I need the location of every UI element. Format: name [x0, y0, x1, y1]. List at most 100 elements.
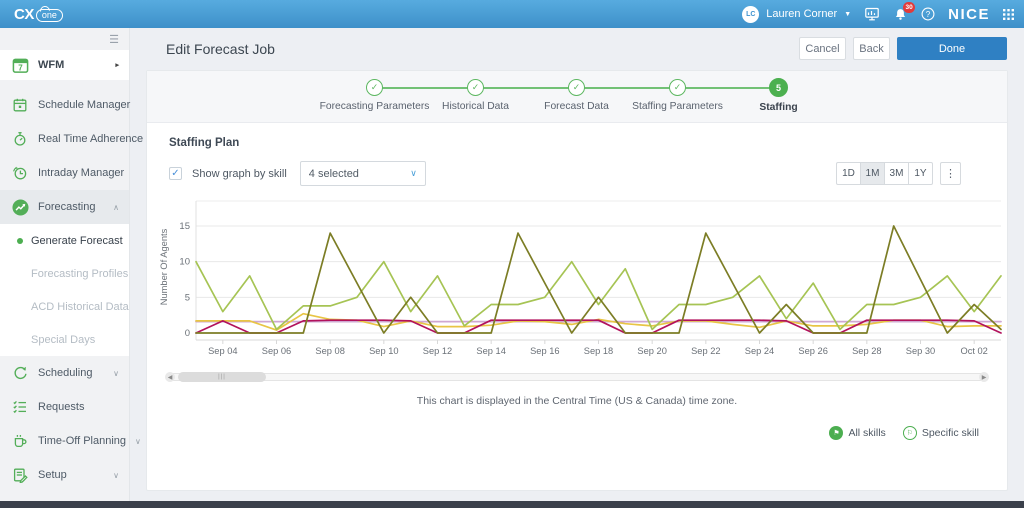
sidebar-subitem-special-days[interactable]: Special Days [0, 323, 129, 356]
done-button[interactable]: Done [897, 37, 1007, 60]
step-check-icon: ✓ [366, 79, 383, 96]
scrollbar-left-arrow[interactable]: ◀ [165, 372, 175, 382]
x-tick-label: Sep 08 [315, 346, 344, 356]
show-graph-checkbox[interactable]: ✓ [169, 167, 182, 180]
sidebar-subitem-generate-forecast[interactable]: Generate Forecast [0, 224, 129, 257]
range-button-group: 1D 1M 3M 1Y [836, 162, 933, 185]
sidebar-item-real-time-adherence[interactable]: Real Time Adherence [0, 122, 143, 156]
clock-icon [12, 165, 29, 182]
wizard-stepper: ✓ Forecasting Parameters ✓ Historical Data ✓… [147, 71, 1007, 123]
sidebar-item-scheduling[interactable]: Scheduling ∨ [0, 356, 129, 390]
step-forecast-data[interactable]: ✓ Forecast Data [526, 79, 627, 113]
sidebar-subitem-label: Special Days [31, 333, 96, 346]
step-label: Forecast Data [544, 101, 609, 112]
scrollbar-thumb[interactable]: ||| [178, 372, 266, 382]
step-number-badge: 5 [769, 78, 788, 97]
sidebar-item-requests[interactable]: Requests [0, 390, 129, 424]
wfm-calendar-icon: 7 [12, 57, 29, 74]
step-label: Forecasting Parameters [319, 101, 430, 112]
doc-pencil-icon [12, 467, 29, 484]
collapse-menu-icon[interactable]: ☰ [109, 33, 119, 46]
range-button-3m[interactable]: 3M [884, 162, 909, 185]
chart-menu-kebab-icon[interactable]: ⋮ [940, 162, 961, 185]
chevron-up-icon: ∧ [113, 202, 119, 212]
sidebar-item-wfm[interactable]: 7 WFM ▸ [0, 50, 129, 80]
legend-all-skills[interactable]: ⚑ All skills [829, 426, 886, 440]
step-historical-data[interactable]: ✓ Historical Data [425, 79, 526, 113]
step-forecasting-parameters[interactable]: ✓ Forecasting Parameters [320, 79, 429, 113]
scrollbar-grip: ||| [218, 374, 226, 380]
notifications-bell-icon[interactable]: 30 [893, 1, 916, 22]
cup-icon [12, 433, 29, 450]
range-button-1d[interactable]: 1D [836, 162, 861, 185]
flag-icon: ⚑ [829, 426, 844, 440]
user-menu[interactable]: LC Lauren Corner ▼ [742, 5, 851, 23]
forecast-job-card: ✓ Forecasting Parameters ✓ Historical Data ✓… [146, 70, 1008, 491]
x-tick-label: Sep 24 [745, 346, 774, 356]
sidebar-subitem-acd-historical-data[interactable]: ACD Historical Data [0, 290, 129, 323]
y-tick-label: 10 [179, 257, 190, 268]
cxone-logo-cx: CX [14, 5, 34, 23]
show-graph-label: Show graph by skill [192, 167, 287, 180]
step-check-icon: ✓ [669, 79, 686, 96]
y-tick-label: 15 [179, 221, 190, 232]
skills-dropdown[interactable]: 4 selected ∨ [299, 161, 426, 186]
x-tick-label: Sep 16 [530, 346, 559, 356]
nice-logo: NICE [948, 5, 990, 23]
scrollbar-right-arrow[interactable]: ▶ [979, 372, 989, 382]
x-tick-label: Sep 06 [262, 346, 291, 356]
range-button-1y[interactable]: 1Y [908, 162, 933, 185]
skills-dropdown-value: 4 selected [308, 167, 359, 180]
x-tick-label: Sep 12 [423, 346, 452, 356]
x-tick-label: Sep 22 [691, 346, 720, 356]
svg-text:?: ? [926, 10, 931, 19]
sidebar-item-time-off-planning[interactable]: Time-Off Planning ∨ [0, 424, 141, 458]
x-tick-label: Sep 30 [906, 346, 935, 356]
main-content: Edit Forecast Job Cancel Back Done ✓ Fore… [130, 28, 1024, 501]
x-tick-label: Sep 18 [584, 346, 613, 356]
staffing-chart: 0 5 10 15 Sep 04 Sep 06 Sep 08 Sep 10 Sep 12 Sep … [155, 190, 1002, 367]
x-tick-label: Sep 04 [208, 346, 237, 356]
sidebar-item-label: Schedule Manager [38, 99, 131, 111]
cxone-logo[interactable]: CX one [14, 6, 63, 23]
trend-icon [12, 198, 29, 216]
sidebar-item-schedule-manager[interactable]: Schedule Manager [0, 88, 131, 122]
section-title: Staffing Plan [169, 137, 240, 149]
sidebar-item-intraday-manager[interactable]: Intraday Manager [0, 156, 129, 190]
page-title: Edit Forecast Job [166, 41, 275, 57]
app-grid-icon[interactable] [1003, 8, 1014, 20]
scrollbar-track[interactable] [166, 373, 988, 381]
checklist-icon [12, 399, 29, 416]
sidebar-subitem-label: Forecasting Profiles [31, 267, 129, 280]
sidebar-subitem-label: ACD Historical Data [31, 300, 129, 313]
line-chart: 0 5 10 15 Sep 04 Sep 06 Sep 08 Sep 10 Sep 12 Sep … [159, 200, 1002, 356]
step-staffing-parameters[interactable]: ✓ Staffing Parameters [627, 79, 728, 113]
avatar: LC [742, 5, 760, 23]
chevron-down-icon: ∨ [113, 470, 119, 480]
step-label: Staffing Parameters [632, 101, 723, 112]
stopwatch-icon [12, 131, 29, 148]
cancel-button[interactable]: Cancel [799, 37, 846, 60]
top-bar: CX one LC Lauren Corner ▼ 30 ? NICE [0, 0, 1024, 28]
back-button[interactable]: Back [853, 37, 890, 60]
calendar-icon [12, 97, 29, 114]
chevron-down-icon: ∨ [135, 436, 141, 446]
chevron-right-icon: ▸ [115, 62, 119, 69]
x-tick-label: Sep 10 [369, 346, 398, 356]
svg-text:7: 7 [18, 63, 23, 72]
help-icon[interactable]: ? [921, 7, 935, 21]
sidebar-subitem-forecasting-profiles[interactable]: Forecasting Profiles [0, 257, 129, 290]
sidebar-item-label: Real Time Adherence [38, 133, 144, 145]
dashboard-monitor-icon[interactable] [864, 6, 880, 22]
sidebar-item-setup[interactable]: Setup ∨ [0, 458, 129, 492]
range-button-1m[interactable]: 1M [860, 162, 885, 185]
user-name: Lauren Corner [766, 8, 838, 20]
chevron-down-icon: ∨ [410, 168, 417, 178]
x-tick-label: Sep 14 [476, 346, 505, 356]
step-staffing[interactable]: 5 Staffing [728, 78, 829, 113]
sidebar-subitem-label: Generate Forecast [31, 234, 123, 247]
y-axis-title: Number Of Agents [159, 228, 169, 305]
legend-specific-skill[interactable]: ⚐ Specific skill [902, 426, 979, 440]
sidebar-item-forecasting[interactable]: Forecasting ∧ [0, 190, 129, 224]
sidebar-item-label: Scheduling [38, 367, 93, 379]
